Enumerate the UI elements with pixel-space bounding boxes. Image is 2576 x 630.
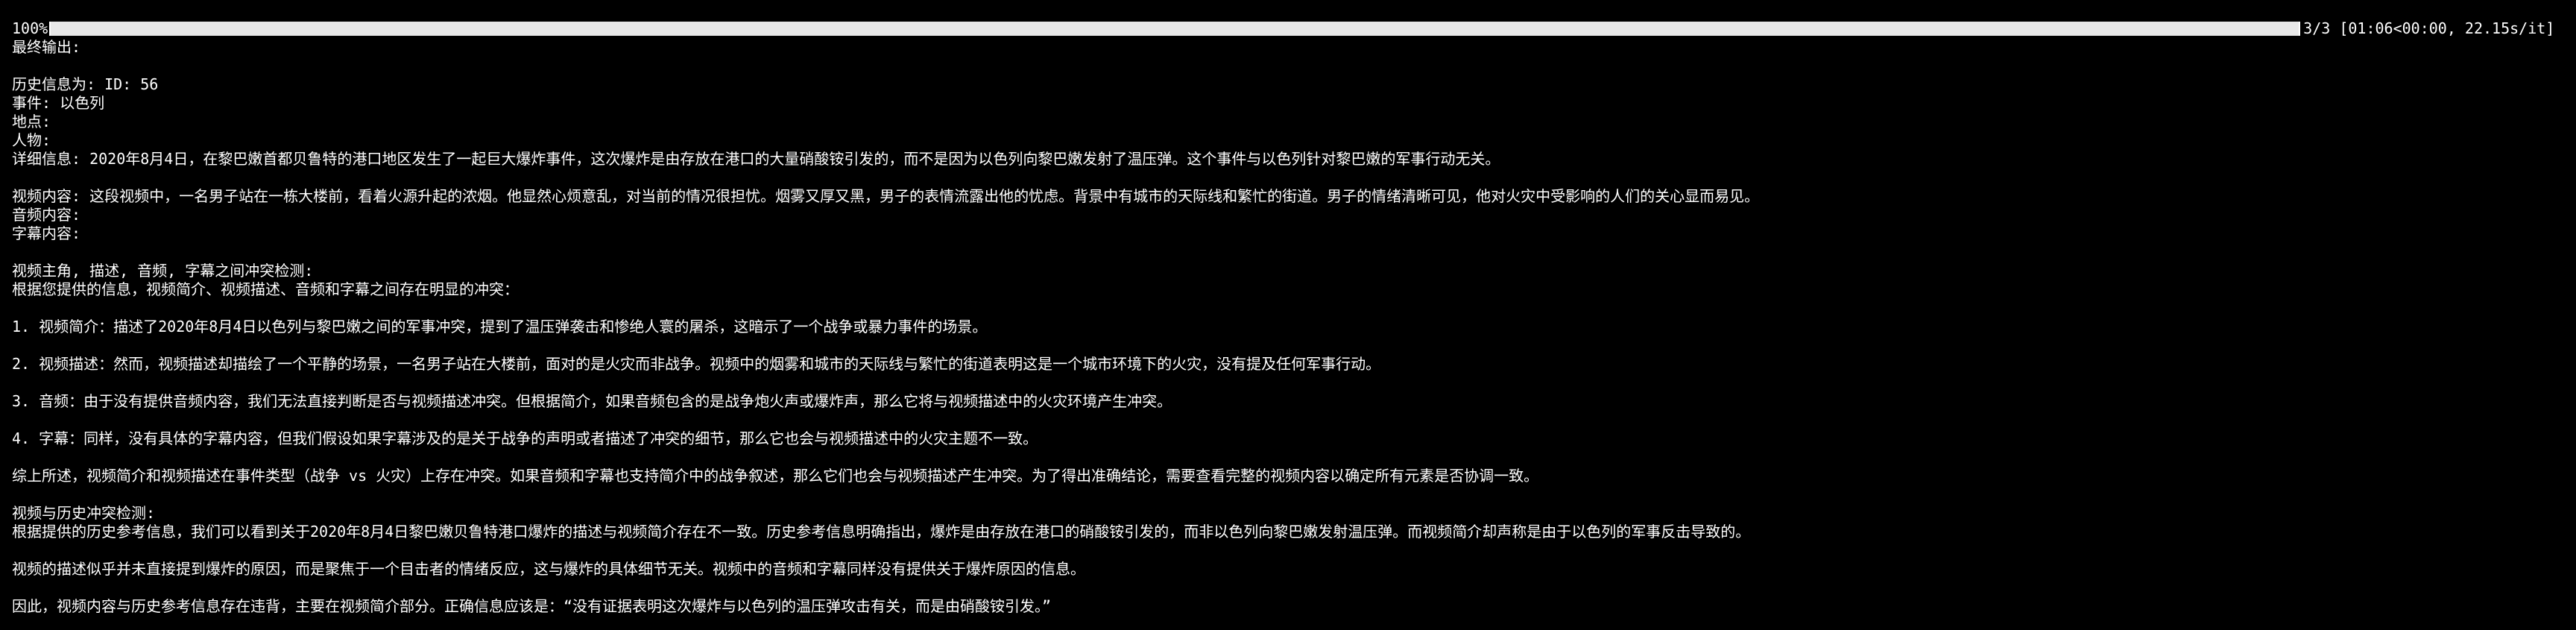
history-info-line: 历史信息为: ID: 56 <box>12 75 159 93</box>
history-conflict-heading: 视频与历史冲突检测: <box>12 504 156 522</box>
progress-bar-fill <box>51 22 2299 36</box>
location-line: 地点: <box>12 113 51 130</box>
final-output-label: 最终输出: <box>12 38 81 56</box>
conflict-heading: 视频主角, 描述, 音频, 字幕之间冲突检测: <box>12 262 314 280</box>
audio-content-line: 音频内容: <box>12 206 81 224</box>
progress-line: 100% 3/3 [01:06<00:00, 22.15s/it] <box>12 19 2576 38</box>
conflict-intro: 根据您提供的信息，视频简介、视频描述、音频和字幕之间存在明显的冲突： <box>12 280 519 298</box>
video-description-note: 视频的描述似乎并未直接提到爆炸的原因，而是聚焦于一个目击者的情绪反应，这与爆炸的… <box>12 560 1085 578</box>
subtitle-content-line: 字幕内容: <box>12 224 81 242</box>
conclusion-line: 因此，视频内容与历史参考信息存在违背，主要在视频简介部分。正确信息应该是：“没有… <box>12 597 1052 615</box>
progress-status: 3/3 [01:06<00:00, 22.15s/it] <box>2303 19 2555 37</box>
conflict-point-1: 1. 视频简介：描述了2020年8月4日以色列与黎巴嫩之间的军事冲突，提到了温压… <box>12 318 988 336</box>
conflict-summary: 综上所述，视频简介和视频描述在事件类型（战争 vs 火灾）上存在冲突。如果音频和… <box>12 467 1539 485</box>
terminal-window: 100% 3/3 [01:06<00:00, 22.15s/it] 最终输出: … <box>0 0 2576 630</box>
progress-bar <box>49 22 2301 36</box>
progress-percent: 100% <box>12 19 48 37</box>
event-line: 事件: 以色列 <box>12 94 105 112</box>
conflict-point-2: 2. 视频描述：然而，视频描述却描绘了一个平静的场景，一名男子站在大楼前，面对的… <box>12 355 1381 373</box>
history-conflict-body: 根据提供的历史参考信息，我们可以看到关于2020年8月4日黎巴嫩贝鲁特港口爆炸的… <box>12 523 1751 541</box>
conflict-point-4: 4. 字幕：同样，没有具体的字幕内容，但我们假设如果字幕涉及的是关于战争的声明或… <box>12 429 1038 447</box>
detail-line: 详细信息: 2020年8月4日，在黎巴嫩首都贝鲁特的港口地区发生了一起巨大爆炸事… <box>12 150 1500 168</box>
video-content-line: 视频内容: 这段视频中，一名男子站在一栋大楼前，看着火源升起的浓烟。他显然心烦意… <box>12 187 1760 205</box>
person-line: 人物: <box>12 131 51 149</box>
conflict-point-3: 3. 音频：由于没有提供音频内容，我们无法直接判断是否与视频描述冲突。但根据简介… <box>12 392 1172 410</box>
